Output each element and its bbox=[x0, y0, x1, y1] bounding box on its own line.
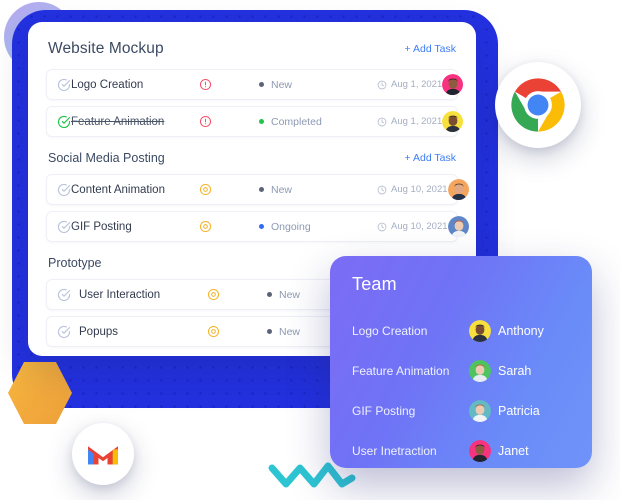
task-name: Feature Animation bbox=[71, 115, 165, 128]
avatar bbox=[469, 360, 491, 382]
due-date-label: Aug 1, 2021 bbox=[391, 79, 443, 90]
task-complete-checkbox[interactable] bbox=[57, 325, 79, 339]
team-card-title: Team bbox=[352, 274, 397, 294]
task-complete-checkbox[interactable] bbox=[57, 78, 71, 92]
status-dot bbox=[259, 187, 264, 192]
assignee-avatar[interactable] bbox=[442, 111, 464, 132]
avatar bbox=[447, 216, 469, 237]
table-row[interactable]: GIF Posting Ongoing Aug 10, 2021 bbox=[46, 211, 469, 242]
task-complete-checkbox[interactable] bbox=[57, 115, 71, 129]
task-name: Popups bbox=[79, 325, 119, 338]
table-row[interactable]: Content Animation New Aug 10, 2021 bbox=[46, 174, 469, 205]
section-title: Social Media Posting bbox=[48, 151, 165, 165]
status-dot bbox=[259, 119, 264, 124]
list-item[interactable]: User Inetraction Janet bbox=[352, 431, 570, 471]
due-date: Aug 1, 2021 bbox=[377, 116, 442, 127]
status-label: Completed bbox=[271, 115, 322, 128]
card-header: Website Mockup + Add Task bbox=[46, 38, 458, 58]
gmail-logo-icon[interactable] bbox=[72, 423, 134, 485]
member-name: Anthony bbox=[498, 324, 544, 338]
due-date-label: Aug 1, 2021 bbox=[391, 116, 443, 127]
add-task-button[interactable]: + Add Task bbox=[405, 43, 456, 55]
avatar bbox=[469, 400, 491, 422]
alert-circle-icon[interactable] bbox=[199, 115, 259, 128]
task-complete-checkbox[interactable] bbox=[57, 288, 79, 302]
target-circle-icon[interactable] bbox=[207, 288, 267, 301]
alert-circle-icon[interactable] bbox=[199, 78, 259, 91]
task-name: Content Animation bbox=[71, 183, 165, 196]
member-avatar bbox=[462, 320, 498, 342]
status-dot bbox=[267, 329, 272, 334]
status-label: New bbox=[271, 183, 293, 196]
page-title: Website Mockup bbox=[48, 40, 164, 57]
status-label: New bbox=[279, 288, 301, 301]
section-header: Social Media Posting + Add Task bbox=[46, 151, 458, 165]
due-date-label: Aug 10, 2021 bbox=[391, 184, 448, 195]
target-circle-icon[interactable] bbox=[207, 325, 267, 338]
member-avatar bbox=[462, 360, 498, 382]
due-date: Aug 1, 2021 bbox=[377, 79, 442, 90]
table-row[interactable]: Logo Creation New Aug 1, 2021 bbox=[46, 69, 464, 100]
task-complete-checkbox[interactable] bbox=[57, 220, 71, 234]
assignee-avatar[interactable] bbox=[442, 74, 464, 95]
member-avatar bbox=[462, 400, 498, 422]
status-dot bbox=[259, 82, 264, 87]
member-name: Sarah bbox=[498, 364, 532, 378]
status-dot bbox=[267, 292, 272, 297]
status-label: New bbox=[271, 78, 293, 91]
target-circle-icon[interactable] bbox=[199, 183, 259, 196]
member-name: Janet bbox=[498, 444, 529, 458]
team-card: Team Logo Creation Anthony Feature Animati… bbox=[330, 256, 592, 468]
team-task-label: GIF Posting bbox=[352, 404, 416, 418]
section-title: Prototype bbox=[48, 256, 102, 270]
team-task-label: Feature Animation bbox=[352, 364, 450, 378]
task-name: GIF Posting bbox=[71, 220, 132, 233]
member-name: Patricia bbox=[498, 404, 540, 418]
due-date: Aug 10, 2021 bbox=[377, 221, 448, 232]
assignee-avatar[interactable] bbox=[447, 216, 469, 237]
status-badge: New bbox=[259, 184, 377, 196]
status-badge: Ongoing bbox=[259, 221, 377, 233]
avatar bbox=[447, 179, 469, 200]
member-avatar bbox=[462, 440, 498, 462]
target-circle-icon[interactable] bbox=[199, 220, 259, 233]
task-name: User Interaction bbox=[79, 288, 161, 301]
chrome-logo-icon[interactable] bbox=[495, 62, 581, 148]
avatar bbox=[442, 111, 464, 132]
avatar bbox=[469, 320, 491, 342]
status-label: New bbox=[279, 325, 301, 338]
list-item[interactable]: GIF Posting Patricia bbox=[352, 391, 570, 431]
avatar bbox=[442, 74, 464, 95]
task-complete-checkbox[interactable] bbox=[57, 183, 71, 197]
team-task-label: User Inetraction bbox=[352, 444, 437, 458]
screenshot-stage: Website Mockup + Add Task Logo Creation New… bbox=[0, 0, 620, 500]
due-date: Aug 10, 2021 bbox=[377, 184, 448, 195]
status-dot bbox=[259, 224, 264, 229]
status-badge: New bbox=[259, 79, 377, 91]
add-task-button[interactable]: + Add Task bbox=[405, 152, 456, 164]
task-name: Logo Creation bbox=[71, 78, 144, 91]
avatar bbox=[469, 440, 491, 462]
table-row[interactable]: Feature Animation Completed Aug 1, 2021 bbox=[46, 106, 464, 137]
status-label: Ongoing bbox=[271, 220, 311, 233]
team-task-label: Logo Creation bbox=[352, 324, 428, 338]
status-badge: Completed bbox=[259, 116, 377, 128]
assignee-avatar[interactable] bbox=[447, 179, 469, 200]
due-date-label: Aug 10, 2021 bbox=[391, 221, 448, 232]
list-item[interactable]: Logo Creation Anthony bbox=[352, 311, 570, 351]
list-item[interactable]: Feature Animation Sarah bbox=[352, 351, 570, 391]
